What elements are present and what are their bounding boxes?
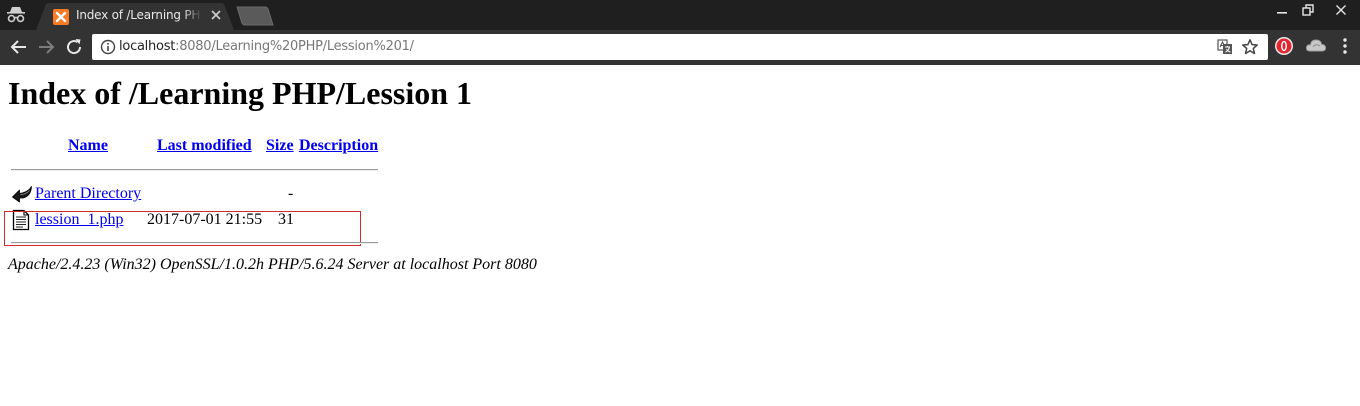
divider-bottom	[11, 242, 378, 244]
opera-vpn-icon[interactable]	[1274, 36, 1294, 56]
column-header-name[interactable]: Name	[68, 137, 108, 155]
tab-close-icon[interactable]	[209, 8, 223, 22]
minimize-icon	[1277, 12, 1287, 14]
bookmark-star-icon[interactable]	[1241, 38, 1259, 56]
url-path: :8080/Learning%20PHP/Lession%201/	[175, 39, 414, 54]
window-restore-button[interactable]	[1293, 0, 1323, 20]
tab-strip: Index of /Learning PHP/Lession 1	[0, 0, 1360, 30]
extension-cloud-icon[interactable]	[1305, 36, 1327, 56]
tab-active[interactable]: Index of /Learning PHP/Lession 1	[36, 3, 234, 30]
back-button[interactable]	[8, 36, 30, 58]
menu-kebab-icon[interactable]	[1335, 36, 1355, 56]
new-tab-button[interactable]	[236, 6, 274, 26]
column-header-last-modified[interactable]: Last modified	[157, 137, 252, 155]
forward-button[interactable]	[35, 36, 57, 58]
divider-top	[11, 169, 378, 171]
annotation-highlight-box	[4, 211, 361, 246]
tab-title: Index of /Learning PHP/Lession 1	[76, 8, 202, 22]
column-header-description[interactable]: Description	[299, 137, 378, 155]
back-arrow-icon	[12, 186, 32, 203]
close-icon	[1336, 5, 1346, 15]
restore-icon	[1302, 4, 1314, 16]
parent-directory-link[interactable]: Parent Directory	[35, 185, 141, 203]
window-close-button[interactable]	[1325, 0, 1357, 20]
page-content: Index of /Learning PHP/Lession 1 Name La…	[0, 65, 1360, 406]
url-text[interactable]: localhost:8080/Learning%20PHP/Lession%20…	[119, 39, 414, 54]
xampp-favicon-icon	[53, 9, 69, 25]
incognito-icon	[7, 7, 25, 23]
translate-icon[interactable]	[1217, 39, 1233, 55]
parent-directory-size: -	[288, 185, 294, 202]
browser-toolbar: localhost:8080/Learning%20PHP/Lession%20…	[0, 30, 1360, 65]
page-title: Index of /Learning PHP/Lession 1	[8, 75, 473, 111]
url-host: localhost	[119, 39, 176, 54]
address-bar[interactable]: localhost:8080/Learning%20PHP/Lession%20…	[92, 34, 1268, 60]
server-signature: Apache/2.4.23 (Win32) OpenSSL/1.0.2h PHP…	[8, 256, 537, 273]
reload-button[interactable]	[63, 36, 85, 58]
info-icon[interactable]	[100, 39, 116, 55]
column-header-size[interactable]: Size	[266, 137, 294, 155]
browser-chrome: Index of /Learning PHP/Lession 1	[0, 0, 1360, 65]
